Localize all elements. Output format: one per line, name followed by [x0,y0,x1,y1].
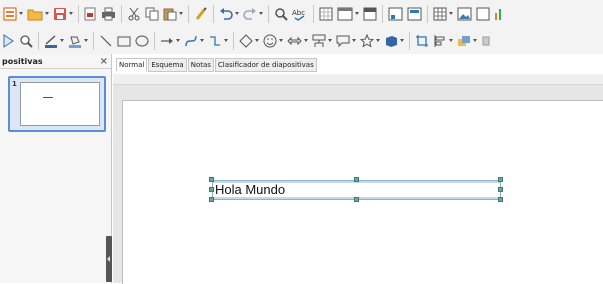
master-slide-icon[interactable] [362,3,378,25]
textbox-text[interactable]: Hola Mundo [215,182,285,198]
rectangle-icon[interactable] [116,30,132,52]
separator [409,31,410,50]
tab-outline[interactable]: Esquema [148,58,187,72]
find-replace-icon[interactable] [273,3,289,25]
resize-handle-bottom-right[interactable] [498,197,503,202]
curve-icon[interactable] [183,30,205,52]
display-views-icon[interactable] [387,3,404,25]
arrange-icon[interactable] [456,30,478,52]
tab-notes[interactable]: Notas [187,58,214,72]
line-color-icon[interactable] [43,30,65,52]
slide-preview [20,82,100,126]
tab-slide-sorter[interactable]: Clasificador de diapositivas [214,58,317,72]
resize-handle-bottom-left[interactable] [209,197,214,202]
separator [188,4,189,23]
3d-objects-icon[interactable] [383,30,405,52]
stars-icon[interactable] [359,30,381,52]
zoom-icon[interactable] [18,30,34,52]
save-icon[interactable] [52,3,74,25]
resize-handle-right[interactable] [498,187,503,192]
fill-color-icon[interactable] [67,30,89,52]
align-icon[interactable] [432,30,454,52]
export-pdf-icon[interactable] [83,3,98,25]
close-icon[interactable]: × [100,56,108,67]
slides-pane-header: positivas × [0,54,111,69]
paste-icon[interactable] [162,3,184,25]
separator [268,4,269,23]
slide-thumbnail-1[interactable]: 1 [8,76,106,132]
resize-handle-bottom[interactable] [354,197,359,202]
master-view-icon[interactable] [406,3,423,25]
grid-icon[interactable] [318,3,334,25]
sidebar-collapse-handle[interactable] [106,236,112,282]
standard-toolbar: Abc [0,0,603,27]
connector-icon[interactable] [207,30,229,52]
image-icon[interactable] [456,3,473,25]
slides-pane-title: positivas [2,56,43,66]
horizontal-ruler [113,74,603,85]
separator [93,31,94,50]
open-folder-icon[interactable] [26,3,50,25]
separator [233,31,234,50]
table-icon[interactable] [432,3,454,25]
separator [382,4,383,23]
print-icon[interactable] [100,3,117,25]
redo-icon[interactable] [242,3,264,25]
resize-handle-top-left[interactable] [209,177,214,182]
symbol-shapes-icon[interactable] [262,30,284,52]
slides-pane: positivas × 1 [0,54,112,283]
media-icon[interactable] [475,3,491,25]
arrow-icon[interactable] [159,30,181,52]
separator [154,31,155,50]
flowchart-icon[interactable] [311,30,333,52]
presentation-icon[interactable] [2,3,24,25]
slide-layout-icon[interactable] [336,3,360,25]
resize-handle-top-right[interactable] [498,177,503,182]
separator [213,4,214,23]
resize-handle-left[interactable] [209,187,214,192]
block-arrows-icon[interactable] [286,30,309,52]
chart-icon[interactable] [493,3,505,25]
callouts-icon[interactable] [335,30,357,52]
separator [38,31,39,50]
sidebar-icon[interactable] [2,30,16,52]
spelling-icon[interactable]: Abc [291,3,309,25]
drawing-toolbar [0,27,603,54]
separator [427,4,428,23]
tab-normal[interactable]: Normal [116,58,148,72]
shadow-icon[interactable] [480,30,492,52]
cut-icon[interactable] [126,3,142,25]
separator [78,4,79,23]
crop-icon[interactable] [414,30,430,52]
separator [313,4,314,23]
thumbnail-text-line [43,97,53,98]
clone-formatting-icon[interactable] [193,3,209,25]
text-box[interactable]: Hola Mundo [209,177,503,202]
view-tabs: Normal Esquema Notas Clasificador de dia… [116,58,317,72]
basic-shapes-icon[interactable] [238,30,260,52]
separator [121,4,122,23]
line-icon[interactable] [98,30,114,52]
copy-icon[interactable] [144,3,160,25]
ellipse-icon[interactable] [134,30,150,52]
undo-icon[interactable] [218,3,240,25]
slide-number: 1 [12,80,17,88]
resize-handle-top[interactable] [354,177,359,182]
